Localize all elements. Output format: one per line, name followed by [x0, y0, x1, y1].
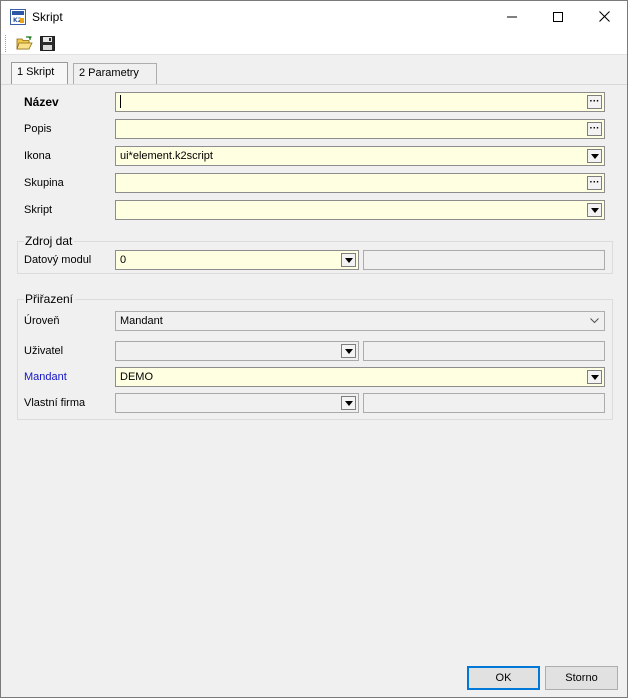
popis-input[interactable]: ··· — [115, 119, 605, 139]
uzivatel-select[interactable] — [115, 341, 359, 361]
nazev-label: Název — [24, 95, 59, 109]
uroven-select[interactable]: Mandant — [115, 311, 605, 331]
ikona-select[interactable]: ui*element.k2script — [115, 146, 605, 166]
datovy-modul-dropdown-button[interactable] — [341, 253, 356, 267]
save-disk-icon — [39, 36, 55, 51]
vlastni-firma-select[interactable] — [115, 393, 359, 413]
save-button[interactable] — [38, 35, 56, 52]
skript-label: Skript — [24, 204, 53, 216]
triangle-down-icon — [590, 374, 599, 380]
title-bar[interactable]: K2 Skript — [1, 1, 627, 32]
ikona-label: Ikona — [24, 150, 51, 162]
popis-label: Popis — [24, 123, 52, 135]
tab-skript[interactable]: 1 Skript — [11, 62, 68, 85]
ellipsis-icon: ··· — [589, 177, 600, 188]
mandant-label: Mandant — [24, 371, 67, 383]
minimize-icon — [507, 16, 517, 17]
uzivatel-dropdown-button[interactable] — [341, 344, 356, 358]
tab-divider — [1, 84, 627, 85]
uroven-dropdown-button[interactable] — [587, 312, 601, 330]
mandant-select[interactable]: DEMO — [115, 367, 605, 387]
tab-parametry[interactable]: 2 Parametry — [73, 63, 157, 84]
skupina-input[interactable]: ··· — [115, 173, 605, 193]
skupina-label: Skupina — [24, 177, 64, 189]
skript-dropdown-button[interactable] — [587, 203, 602, 217]
minimize-button[interactable] — [489, 1, 535, 32]
zdroj-dat-title: Zdroj dat — [24, 234, 75, 248]
triangle-down-icon — [344, 348, 353, 354]
open-folder-icon — [15, 36, 33, 50]
triangle-down-icon — [590, 153, 599, 159]
uzivatel-label: Uživatel — [24, 345, 64, 357]
toolbar-grip[interactable] — [5, 35, 7, 52]
ok-button[interactable]: OK — [467, 666, 540, 690]
datovy-modul-select[interactable]: 0 — [115, 250, 359, 270]
triangle-down-icon — [344, 400, 353, 406]
text-caret — [120, 94, 121, 108]
triangle-down-icon — [590, 207, 599, 213]
uzivatel-name-field — [363, 341, 605, 361]
ikona-dropdown-button[interactable] — [587, 149, 602, 163]
uroven-label: Úroveň — [24, 315, 60, 327]
ellipsis-icon: ··· — [589, 96, 600, 107]
mandant-dropdown-button[interactable] — [587, 370, 602, 384]
maximize-button[interactable] — [535, 1, 581, 32]
triangle-down-icon — [344, 257, 353, 263]
vlastni-firma-label: Vlastní firma — [24, 397, 86, 409]
nazev-input[interactable]: ··· — [115, 92, 605, 112]
storno-button[interactable]: Storno — [545, 666, 618, 690]
popis-browse-button[interactable]: ··· — [587, 122, 602, 136]
open-button[interactable] — [15, 35, 33, 52]
maximize-icon — [553, 11, 563, 22]
k2-app-icon: K2 — [10, 9, 26, 25]
close-button[interactable] — [581, 1, 627, 32]
ellipsis-icon: ··· — [589, 123, 600, 134]
vlastni-firma-name-field — [363, 393, 605, 413]
nazev-browse-button[interactable]: ··· — [587, 95, 602, 109]
close-icon — [598, 11, 610, 22]
window-title: Skript — [32, 10, 63, 24]
datovy-modul-label: Datový modul — [24, 254, 92, 266]
toolbar — [1, 32, 627, 55]
chevron-down-icon — [589, 318, 599, 324]
prirazeni-title: Přiřazení — [24, 292, 76, 306]
tab-strip: 1 Skript 2 Parametry — [1, 55, 627, 85]
datovy-modul-name-field — [363, 250, 605, 270]
skript-dialog-window: K2 Skript 1 Skript 2 Parametry Název ···… — [0, 0, 628, 698]
skript-select[interactable] — [115, 200, 605, 220]
vlastni-firma-dropdown-button[interactable] — [341, 396, 356, 410]
skupina-browse-button[interactable]: ··· — [587, 176, 602, 190]
